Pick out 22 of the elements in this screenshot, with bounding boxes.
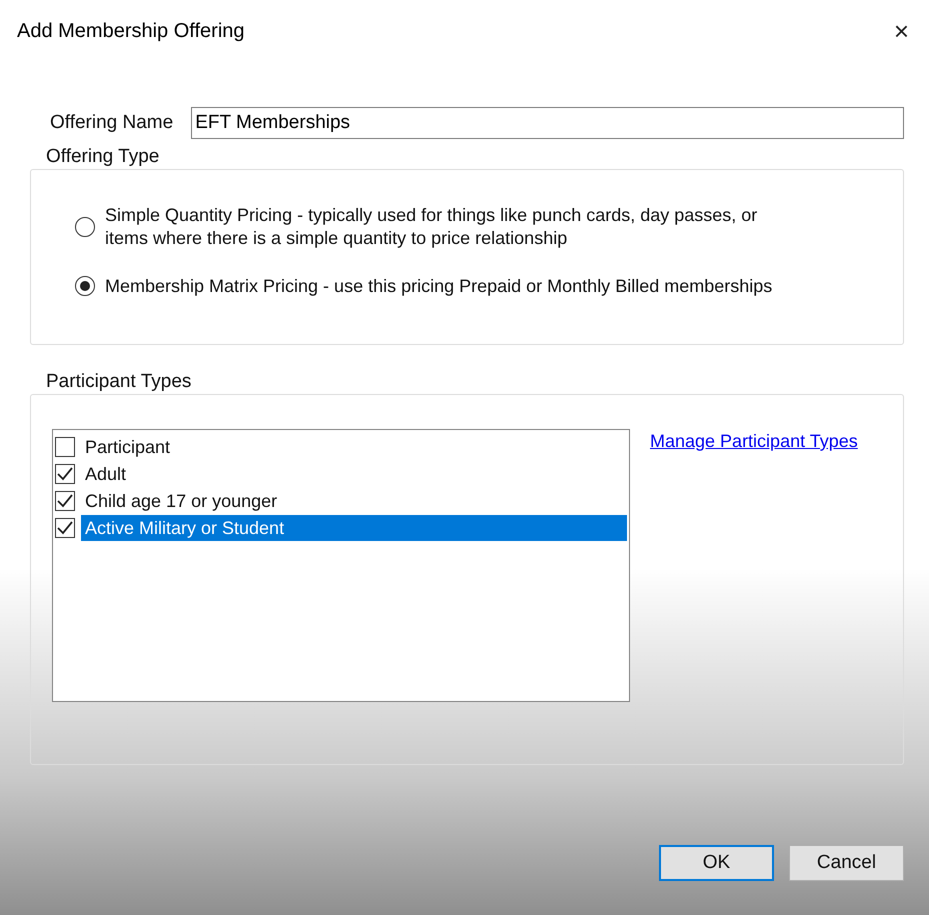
dialog-button[interactable]: Cancel [789,845,904,881]
list-item[interactable]: Adult [81,460,627,486]
dialog-button[interactable]: OK [659,845,774,881]
manage-participant-types-link[interactable]: Manage Participant Types [650,431,858,702]
radio-label: Membership Matrix Pricing - use this pricing Prepaid or Monthly Billed memberships [105,275,772,298]
radio-button[interactable] [75,276,95,296]
radio-label: Simple Quantity Pricing - typically used for things like punch cards, day passes, or items where there is a simple quantity to price relationship [105,204,758,249]
offering-name-field[interactable]: EFT Memberships [191,107,904,139]
checkbox[interactable] [55,518,75,538]
checkbox[interactable] [55,464,75,484]
checkbox[interactable] [55,436,75,456]
window-title: Add Membership Offering [17,20,245,42]
list-item[interactable]: Participant [81,434,627,460]
group-title: Offering Type [45,146,160,168]
checkbox[interactable] [55,490,75,510]
close-button[interactable]: × [890,16,913,46]
participant-list[interactable]: Participant Adult Child age 17 or younger Active Military or Student [52,429,630,702]
list-item[interactable]: Child age 17 or younger [81,488,627,514]
group-title: Participant Types [45,371,192,393]
list-item[interactable]: Active Military or Student [81,514,627,540]
radio-button[interactable] [75,216,95,236]
field-label: Offering Name [50,112,174,134]
